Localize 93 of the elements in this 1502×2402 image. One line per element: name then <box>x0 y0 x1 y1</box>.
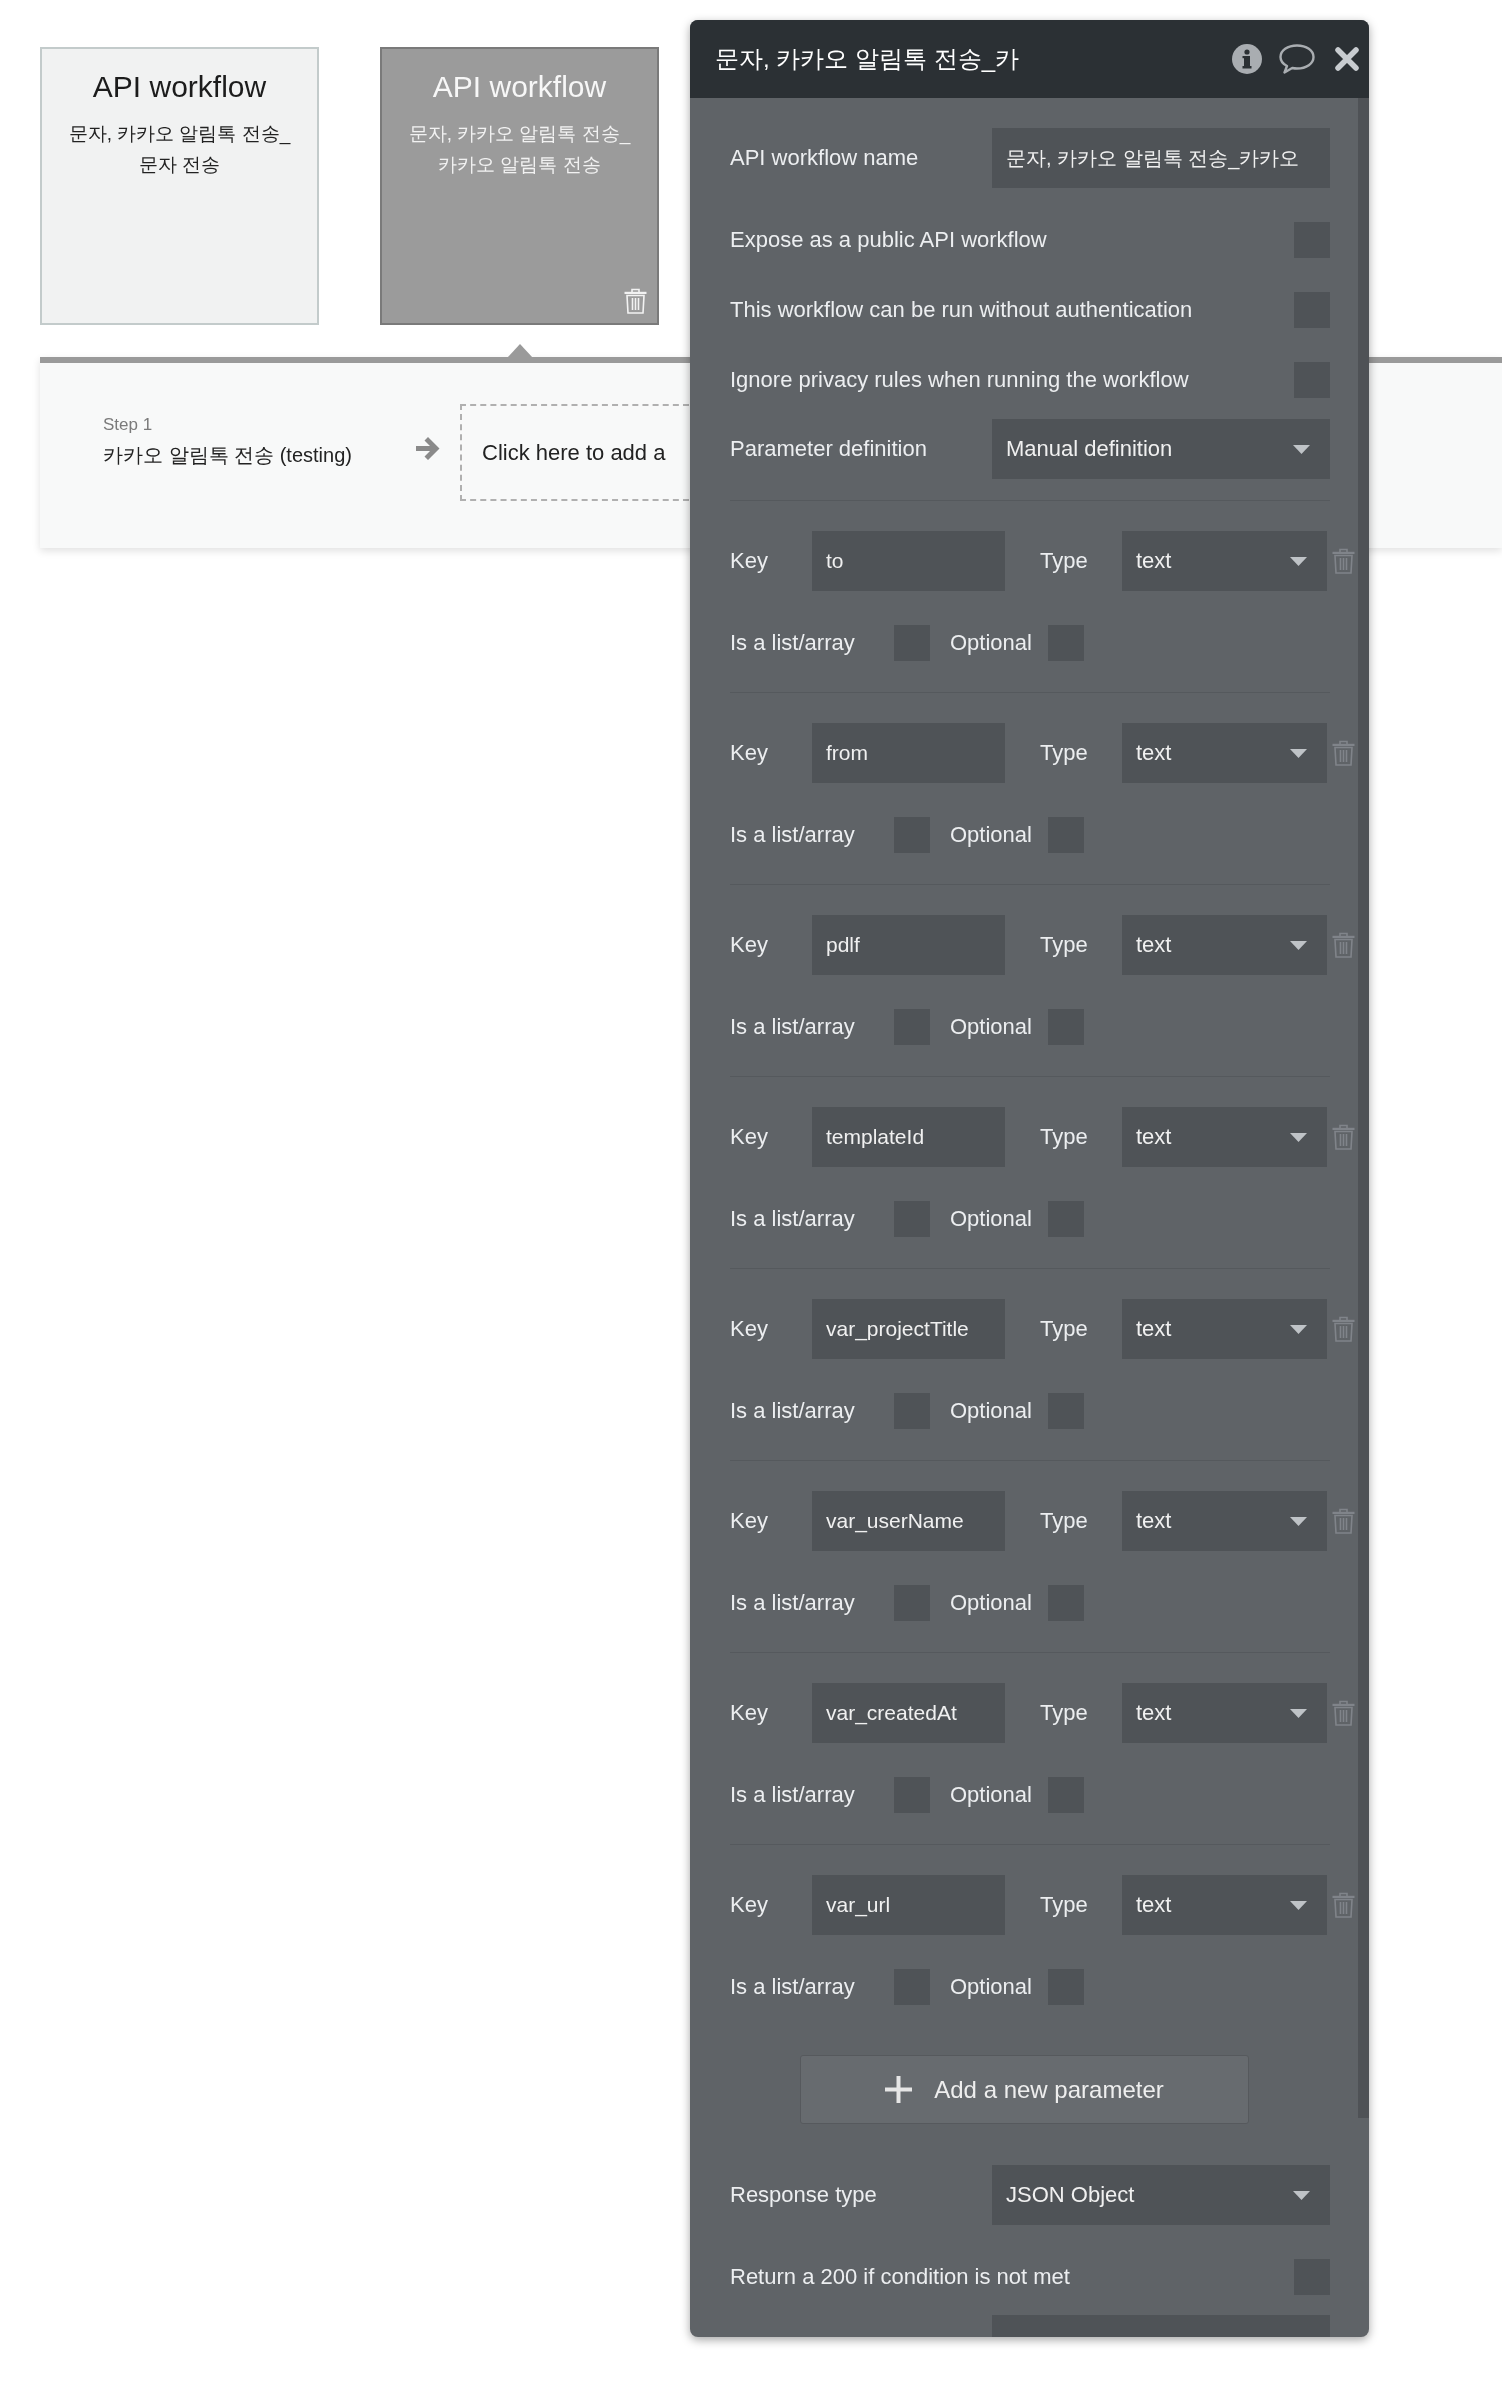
key-input[interactable]: from <box>812 723 1005 783</box>
field-label: Ignore privacy rules when running the workflow <box>730 367 1189 393</box>
caret-icon <box>1290 748 1307 758</box>
step-action[interactable]: 카카오 알림톡 전송 (testing) <box>103 444 352 466</box>
type-label: Type <box>1040 1316 1088 1342</box>
trash-icon[interactable] <box>1332 1700 1355 1726</box>
dropdown[interactable] <box>992 2315 1330 2337</box>
optional-label: Optional <box>950 1014 1032 1040</box>
type-label: Type <box>1040 1124 1088 1150</box>
type-dropdown[interactable]: text <box>1122 1683 1327 1743</box>
trash-icon[interactable] <box>1332 740 1355 766</box>
key-input[interactable]: to <box>812 531 1005 591</box>
caret-icon <box>1290 940 1307 950</box>
type-dropdown[interactable]: text <box>1122 1491 1327 1551</box>
card-title: API workflow <box>432 69 607 105</box>
key-label: Key <box>730 1316 768 1342</box>
key-input[interactable]: var_projectTitle <box>812 1299 1005 1359</box>
type-label: Type <box>1040 1700 1088 1726</box>
list-label: Is a list/array <box>730 1014 855 1040</box>
optional-label: Optional <box>950 1206 1032 1232</box>
list-label: Is a list/array <box>730 822 855 848</box>
optional-label: Optional <box>950 1782 1032 1808</box>
plus-icon <box>885 2076 913 2103</box>
text-field[interactable]: 문자, 카카오 알림톡 전송_카카오 <box>992 128 1330 188</box>
trash-icon[interactable] <box>1332 548 1355 574</box>
type-dropdown[interactable]: text <box>1122 915 1327 975</box>
type-dropdown[interactable]: text <box>1122 531 1327 591</box>
list-label: Is a list/array <box>730 630 855 656</box>
trash-icon[interactable] <box>1332 1124 1355 1150</box>
type-dropdown[interactable]: text <box>1122 1875 1327 1935</box>
workflow-card[interactable]: API workflow 문자, 카카오 알림톡 전송_ 문자 전송 <box>40 47 319 325</box>
dropdown[interactable]: JSON Object <box>992 2165 1330 2225</box>
key-input[interactable]: var_createdAt <box>812 1683 1005 1743</box>
add-parameter-button[interactable]: Add a new parameter <box>800 2055 1249 2124</box>
caret-icon <box>1290 1708 1307 1718</box>
type-label: Type <box>1040 548 1088 574</box>
optional-label: Optional <box>950 630 1032 656</box>
caret-icon <box>1293 2190 1310 2200</box>
key-label: Key <box>730 740 768 766</box>
key-input[interactable]: pdlf <box>812 915 1005 975</box>
key-label: Key <box>730 548 768 574</box>
key-label: Key <box>730 1892 768 1918</box>
caret-icon <box>1290 1132 1307 1142</box>
field-label: Return a 200 if condition is not met <box>730 2264 1070 2290</box>
list-label: Is a list/array <box>730 1974 855 2000</box>
close-icon[interactable] <box>1335 47 1359 71</box>
field-label: Response type <box>730 2182 877 2208</box>
list-label: Is a list/array <box>730 1782 855 1808</box>
field-label: API workflow name <box>730 145 919 171</box>
type-label: Type <box>1040 1892 1088 1918</box>
type-dropdown[interactable]: text <box>1122 723 1327 783</box>
type-label: Type <box>1040 740 1088 766</box>
key-label: Key <box>730 1508 768 1534</box>
optional-label: Optional <box>950 1590 1032 1616</box>
caret-icon <box>1290 556 1307 566</box>
trash-icon[interactable] <box>624 288 647 314</box>
key-label: Key <box>730 1124 768 1150</box>
key-input[interactable]: var_userName <box>812 1491 1005 1551</box>
caret-icon <box>1290 1516 1307 1526</box>
type-label: Type <box>1040 1508 1088 1534</box>
key-input[interactable]: templateId <box>812 1107 1005 1167</box>
step-number: Step 1 <box>103 414 153 436</box>
arrow-right-icon <box>415 435 442 462</box>
optional-label: Optional <box>950 1974 1032 2000</box>
caret-icon <box>1290 1900 1307 1910</box>
field-label: Expose as a public API workflow <box>730 227 1047 253</box>
list-label: Is a list/array <box>730 1206 855 1232</box>
card-title: API workflow <box>92 69 267 105</box>
field-label: Parameter definition <box>730 436 927 462</box>
speech-bubble-icon[interactable] <box>1279 44 1315 74</box>
key-label: Key <box>730 1700 768 1726</box>
card-subtitle: 문자, 카카오 알림톡 전송_ 문자 전송 <box>68 122 291 177</box>
optional-label: Optional <box>950 1398 1032 1424</box>
field-label: This workflow can be run without authentication <box>730 297 1193 323</box>
info-icon[interactable] <box>1232 44 1262 74</box>
list-label: Is a list/array <box>730 1590 855 1616</box>
caret-icon <box>1290 1324 1307 1334</box>
type-dropdown[interactable]: text <box>1122 1299 1327 1359</box>
optional-label: Optional <box>950 822 1032 848</box>
scrollbar[interactable] <box>1358 98 1369 2118</box>
trash-icon[interactable] <box>1332 932 1355 958</box>
key-input[interactable]: var_url <box>812 1875 1005 1935</box>
type-dropdown[interactable]: text <box>1122 1107 1327 1167</box>
dropdown[interactable]: Manual definition <box>992 419 1330 479</box>
card-subtitle: 문자, 카카오 알림톡 전송_ 카카오 알림톡 전송 <box>408 122 631 177</box>
trash-icon[interactable] <box>1332 1892 1355 1918</box>
trash-icon[interactable] <box>1332 1508 1355 1534</box>
type-label: Type <box>1040 932 1088 958</box>
caret-icon <box>1293 444 1310 454</box>
key-label: Key <box>730 932 768 958</box>
list-label: Is a list/array <box>730 1398 855 1424</box>
trash-icon[interactable] <box>1332 1316 1355 1342</box>
panel-title: 문자, 카카오 알림톡 전송_카 <box>715 44 1020 74</box>
